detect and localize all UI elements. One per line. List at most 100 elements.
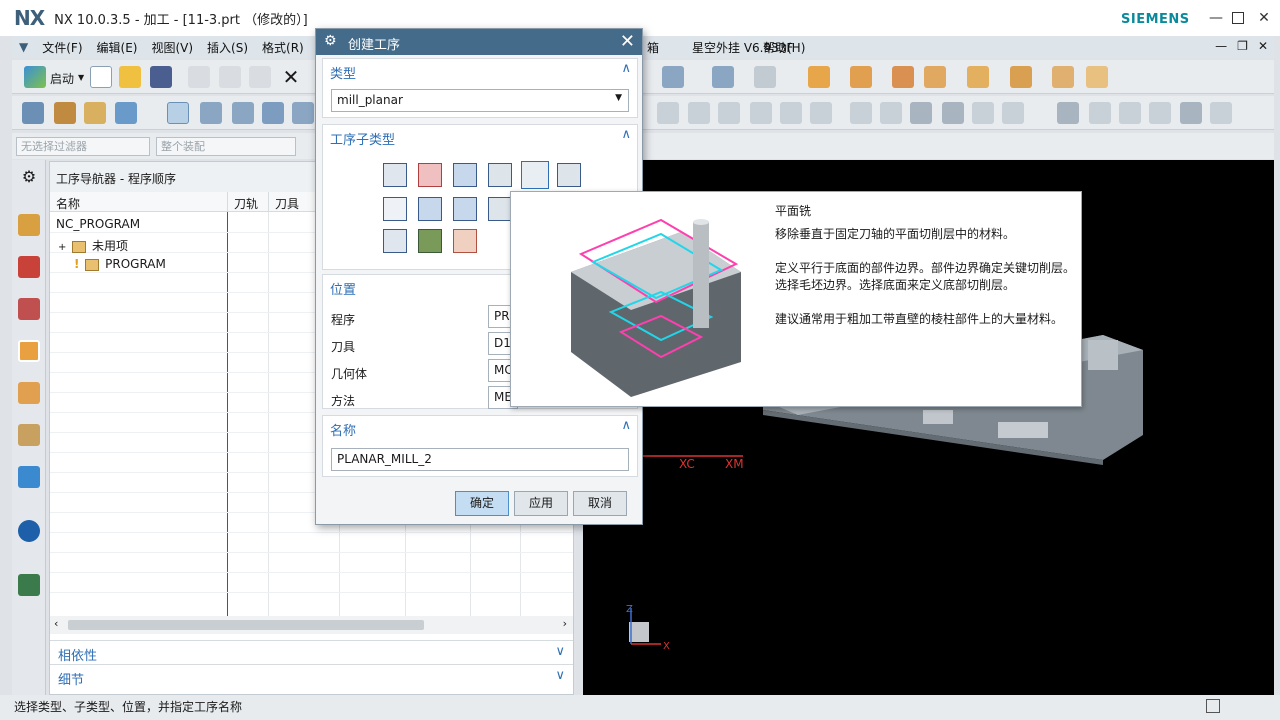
- section-title-type[interactable]: 类型: [330, 63, 356, 82]
- tree-row-unused[interactable]: + 未用项: [50, 234, 228, 254]
- feature-icon[interactable]: [967, 66, 989, 88]
- feature-icon[interactable]: [808, 66, 830, 88]
- gear-icon[interactable]: ⚙: [18, 166, 40, 188]
- menu-file[interactable]: 文件(F): [35, 39, 89, 56]
- delete-icon[interactable]: ✕: [280, 66, 302, 88]
- toolbar-tool-icon[interactable]: [712, 66, 734, 88]
- create-program-icon[interactable]: [22, 102, 44, 124]
- toolbar-tool-icon[interactable]: [718, 102, 740, 124]
- create-tool-icon[interactable]: [54, 102, 76, 124]
- mill-control-icon[interactable]: [418, 229, 442, 253]
- chevron-down-icon[interactable]: ∨: [555, 668, 565, 683]
- part-navigator-icon[interactable]: [18, 298, 40, 320]
- toolbar-tool-icon[interactable]: [1057, 102, 1079, 124]
- section-title-subtype[interactable]: 工序子类型: [330, 129, 395, 148]
- operation-name-input[interactable]: PLANAR_MILL_2: [331, 448, 629, 471]
- cut-icon[interactable]: [188, 66, 210, 88]
- floor-wall-ipw-icon[interactable]: [418, 163, 442, 187]
- dialog-title-bar[interactable]: ⚙ 创建工序 ✕: [316, 29, 642, 55]
- selection-filter-combo[interactable]: 无选择过滤器: [16, 137, 150, 156]
- face-milling-manual-icon[interactable]: [488, 163, 512, 187]
- tree-row-program[interactable]: ! PROGRAM: [50, 254, 228, 274]
- feature-icon[interactable]: [924, 66, 946, 88]
- open-folder-icon[interactable]: [119, 66, 141, 88]
- maximize-icon[interactable]: [1232, 12, 1244, 24]
- toolbar-tool-icon[interactable]: [942, 102, 964, 124]
- paste-icon[interactable]: [249, 66, 271, 88]
- operation-navigator-icon[interactable]: [18, 214, 40, 236]
- toolbar-tool-icon[interactable]: [780, 102, 802, 124]
- chevron-up-icon[interactable]: ∧: [621, 418, 631, 433]
- feature-icon[interactable]: [892, 66, 914, 88]
- toolbar-tool-icon[interactable]: [657, 102, 679, 124]
- feature-icon[interactable]: [1010, 66, 1032, 88]
- menu-view[interactable]: 视图(V): [144, 39, 200, 56]
- chevron-up-icon[interactable]: ∧: [621, 127, 631, 142]
- history-icon[interactable]: [18, 466, 40, 488]
- toolbar-tool-icon[interactable]: [1180, 102, 1202, 124]
- menu-help[interactable]: 帮助(H): [756, 39, 812, 56]
- planar-mill-icon[interactable]: [521, 161, 549, 189]
- menu-format[interactable]: 格式(R): [255, 39, 311, 56]
- gear-icon[interactable]: ⚙: [324, 33, 337, 49]
- menu-toggle-icon[interactable]: ▼: [12, 40, 35, 54]
- start-icon[interactable]: [24, 66, 46, 88]
- toolbar-tool-icon[interactable]: [1089, 102, 1111, 124]
- menu-box[interactable]: 箱: [640, 39, 666, 56]
- close-icon[interactable]: ✕: [620, 31, 635, 52]
- info-icon[interactable]: [18, 520, 40, 542]
- ok-button[interactable]: 确定: [455, 491, 509, 516]
- apply-button[interactable]: 应用: [514, 491, 568, 516]
- finish-walls-icon[interactable]: [418, 197, 442, 221]
- tree-row-nc-program[interactable]: NC_PROGRAM: [50, 214, 228, 234]
- section-title-name[interactable]: 名称: [330, 420, 356, 439]
- toolbar-tool-icon[interactable]: [850, 102, 872, 124]
- toolbar-tool-icon[interactable]: [1002, 102, 1024, 124]
- feature-navigator-icon[interactable]: [18, 424, 40, 446]
- program-order-view-icon[interactable]: [167, 102, 189, 124]
- new-file-icon[interactable]: [90, 66, 112, 88]
- web-browser-icon[interactable]: [18, 574, 40, 596]
- menu-edit[interactable]: 编辑(E): [90, 39, 145, 56]
- cancel-button[interactable]: 取消: [573, 491, 627, 516]
- copy-icon[interactable]: [219, 66, 241, 88]
- cleanup-corners-icon[interactable]: [383, 197, 407, 221]
- toolbar-tool-icon[interactable]: [810, 102, 832, 124]
- menu-insert[interactable]: 插入(S): [200, 39, 255, 56]
- planar-text-icon[interactable]: [383, 229, 407, 253]
- assembly-scope-combo[interactable]: 整个装配: [156, 137, 296, 156]
- type-combo[interactable]: mill_planar ▼: [331, 89, 629, 112]
- chevron-down-icon[interactable]: ▼: [78, 73, 84, 82]
- machine-navigator-icon[interactable]: [18, 256, 40, 278]
- toolbar-tool-icon[interactable]: [688, 102, 710, 124]
- scroll-right-icon[interactable]: ›: [563, 617, 567, 630]
- mill-user-icon[interactable]: [453, 229, 477, 253]
- feature-icon[interactable]: [1052, 66, 1074, 88]
- fullscreen-icon[interactable]: [1206, 699, 1220, 713]
- measure-icon[interactable]: [754, 66, 776, 88]
- close-icon[interactable]: ✕: [1258, 39, 1268, 53]
- column-header-toolpath[interactable]: 刀轨: [228, 192, 269, 212]
- column-header-name[interactable]: 名称: [50, 192, 228, 212]
- create-method-icon[interactable]: [115, 102, 137, 124]
- scroll-thumb[interactable]: [68, 620, 424, 630]
- geometry-view-icon[interactable]: [232, 102, 254, 124]
- expand-plus-icon[interactable]: +: [58, 242, 66, 253]
- floor-wall-icon[interactable]: [383, 163, 407, 187]
- toolbar-tool-icon[interactable]: [910, 102, 932, 124]
- toolbar-tool-icon[interactable]: [662, 66, 684, 88]
- chevron-up-icon[interactable]: ∧: [621, 61, 631, 76]
- save-icon[interactable]: [150, 66, 172, 88]
- minimize-icon[interactable]: —: [1208, 10, 1224, 26]
- toolbar-tool-icon[interactable]: [880, 102, 902, 124]
- minimize-icon[interactable]: —: [1215, 39, 1227, 53]
- face-milling-icon[interactable]: [453, 163, 477, 187]
- feature-icon[interactable]: [850, 66, 872, 88]
- toolbar-tool-icon[interactable]: [750, 102, 772, 124]
- chevron-down-icon[interactable]: ▼: [615, 93, 622, 103]
- chevron-down-icon[interactable]: ∨: [555, 644, 565, 659]
- toolbar-tool-icon[interactable]: [1210, 102, 1232, 124]
- finish-floor-icon[interactable]: [453, 197, 477, 221]
- planar-profile-icon[interactable]: [557, 163, 581, 187]
- horizontal-scrollbar[interactable]: ‹ ›: [50, 616, 573, 634]
